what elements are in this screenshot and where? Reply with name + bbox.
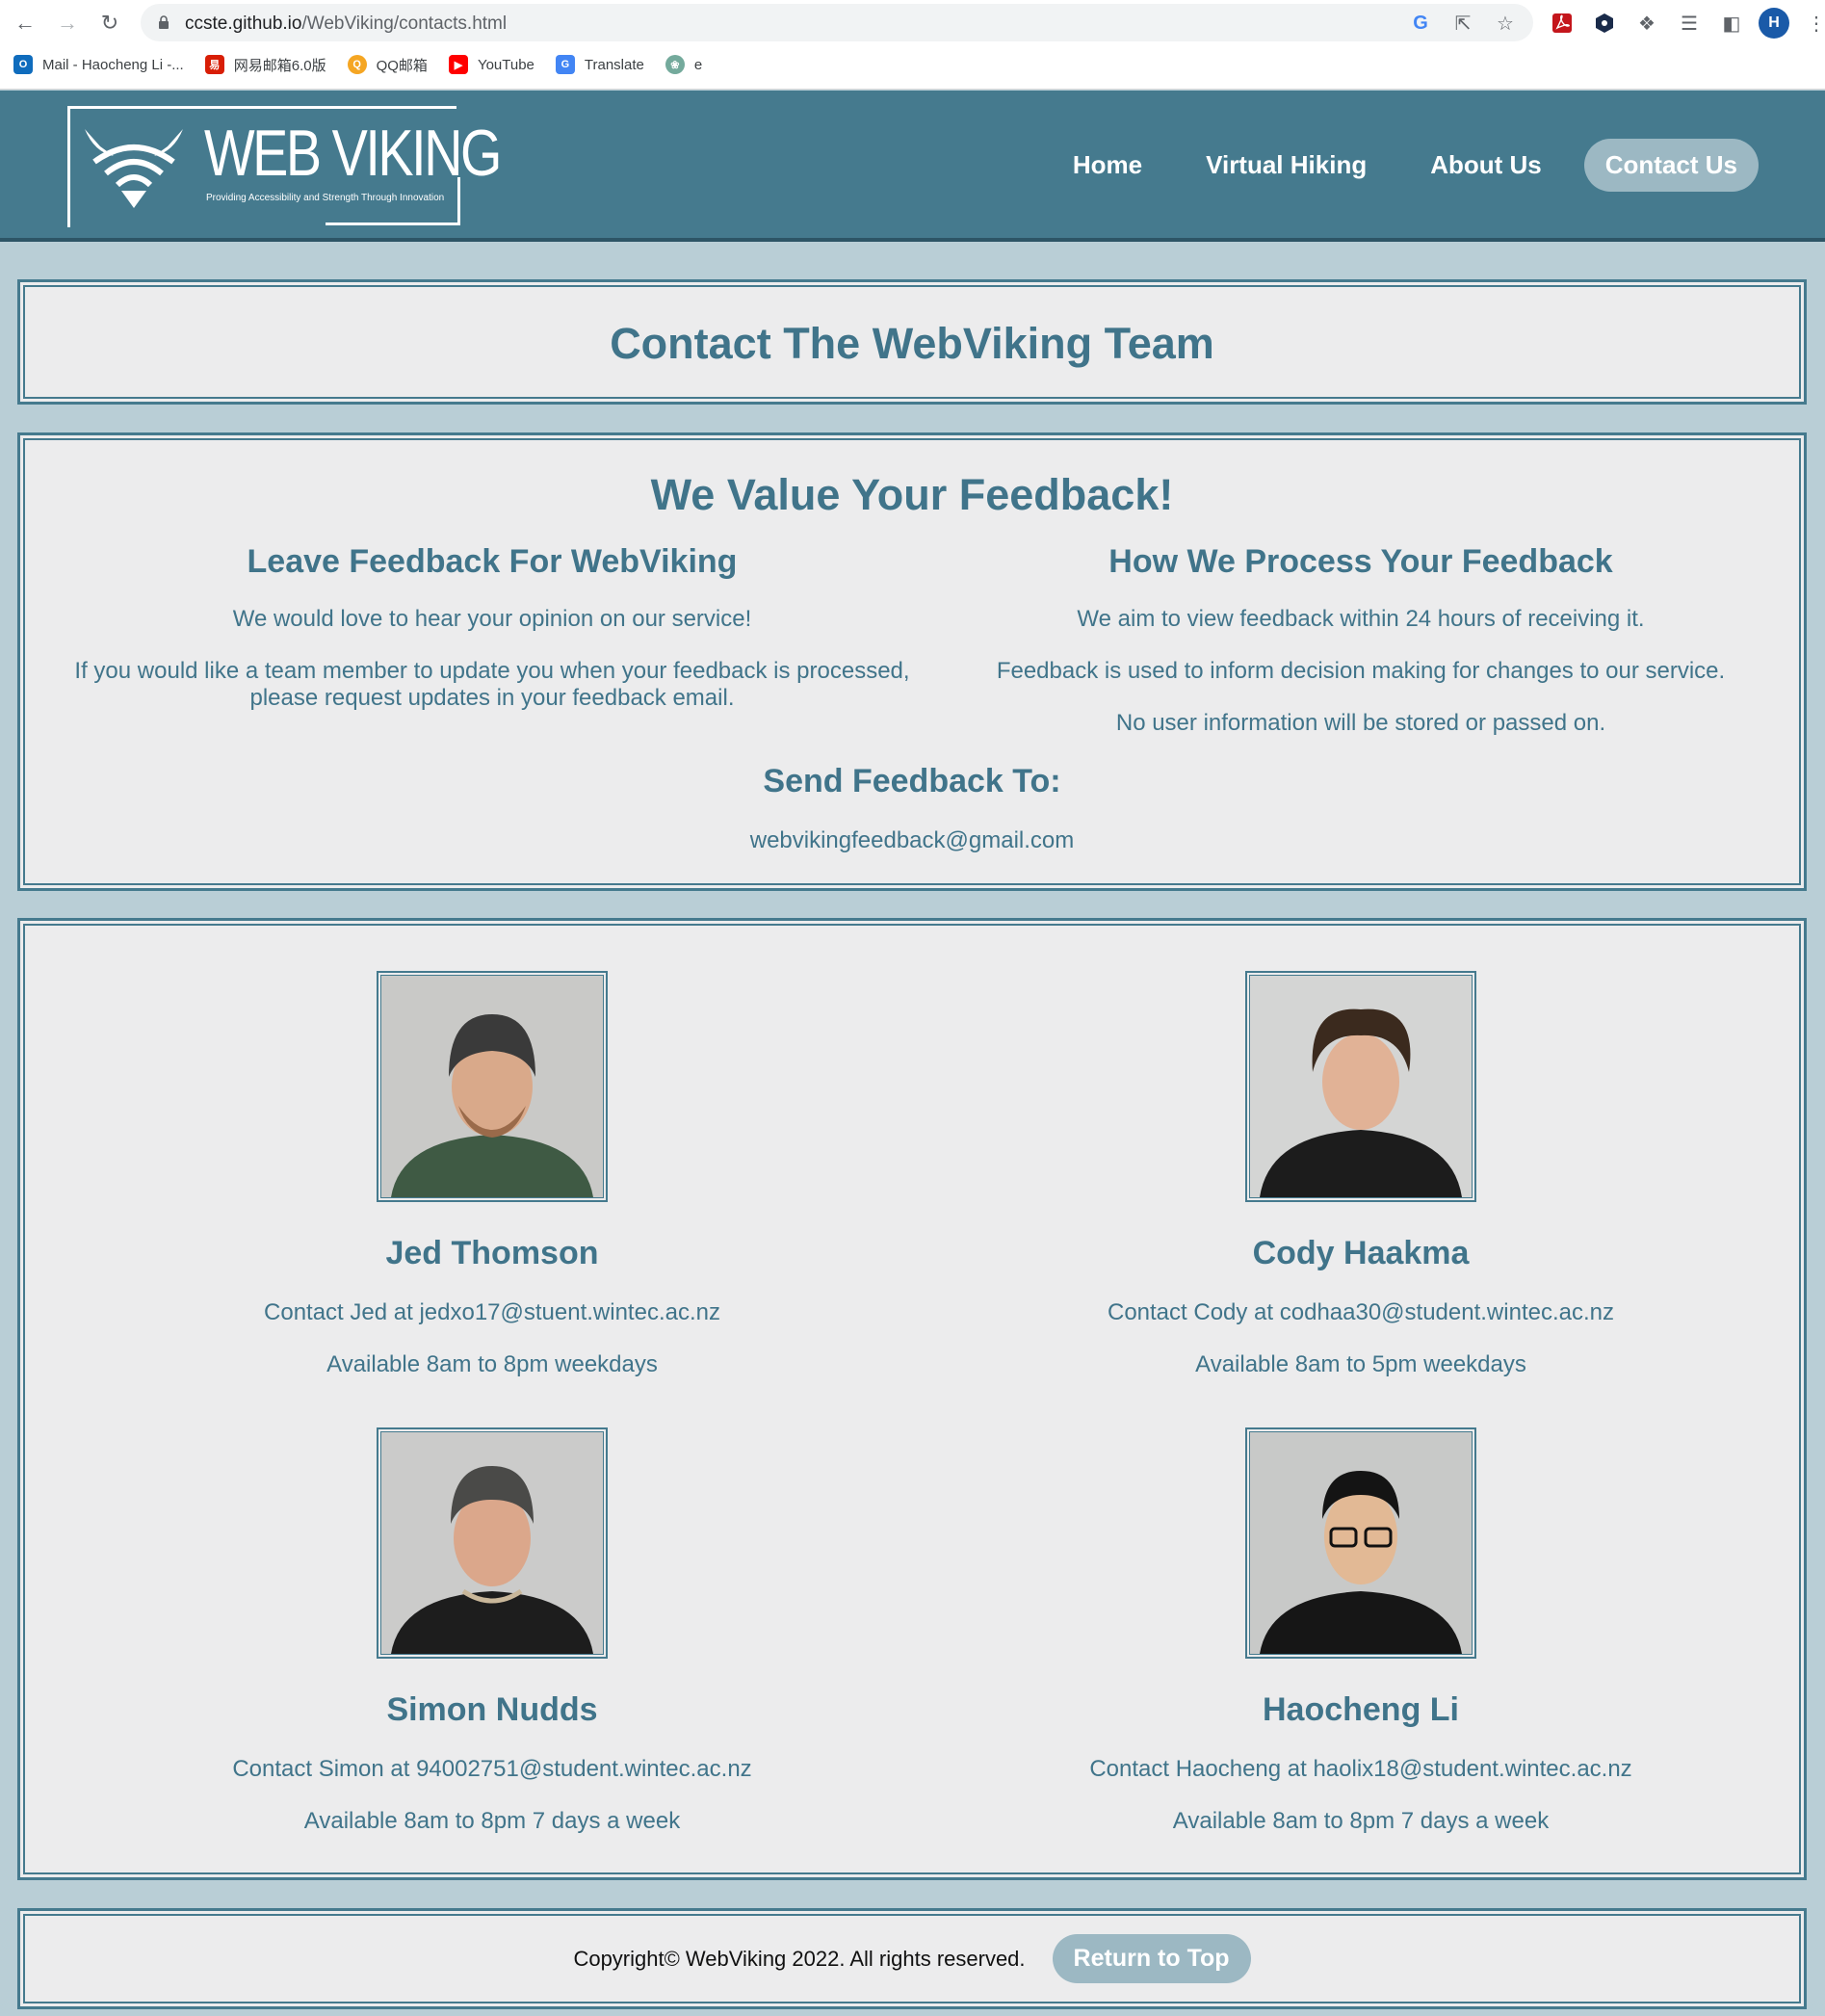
team-member-card: Cody Haakma Contact Cody at codhaa30@stu… — [927, 971, 1794, 1378]
nav-about-us[interactable]: About Us — [1409, 139, 1563, 192]
url-path: /WebViking/contacts.html — [301, 13, 508, 34]
member-photo — [377, 1427, 608, 1659]
member-photo — [377, 971, 608, 1202]
browser-toolbar: ← → ↻ ccste.github.io/WebViking/contacts… — [0, 0, 1825, 45]
address-bar[interactable]: ccste.github.io/WebViking/contacts.html … — [141, 4, 1533, 41]
forward-icon[interactable]: → — [52, 8, 83, 39]
bookmark-youtube[interactable]: ▶ YouTube — [448, 55, 534, 74]
member-name: Jed Thomson — [385, 1235, 599, 1271]
youtube-icon: ▶ — [448, 55, 468, 74]
copyright-text: Copyright© WebViking 2022. All rights re… — [573, 1946, 1026, 1971]
nav-home[interactable]: Home — [1052, 139, 1163, 192]
address-bar-actions: G ⇱ ☆ — [1406, 10, 1520, 37]
nav-contact-us[interactable]: Contact Us — [1583, 139, 1759, 192]
title-panel: Contact The WebViking Team — [17, 279, 1807, 405]
nav-virtual-hiking[interactable]: Virtual Hiking — [1185, 139, 1388, 192]
member-name: Cody Haakma — [1252, 1235, 1470, 1271]
share-icon[interactable]: ⇱ — [1448, 10, 1477, 37]
profile-avatar[interactable]: H — [1759, 8, 1789, 39]
member-availability: Available 8am to 8pm 7 days a week — [303, 1808, 681, 1834]
team-member-card: Haocheng Li Contact Haocheng at haolix18… — [927, 1427, 1794, 1835]
person-icon — [391, 1466, 593, 1654]
logo-title: WEB VIKING — [204, 117, 502, 190]
google-icon[interactable]: G — [1406, 10, 1435, 37]
person-icon — [1260, 1008, 1462, 1197]
portrait-image — [1249, 975, 1473, 1198]
site-header: WEB VIKING Providing Accessibility and S… — [0, 91, 1825, 242]
url-text[interactable]: ccste.github.io/WebViking/contacts.html — [185, 13, 507, 35]
bookmark-label: Translate — [584, 56, 644, 73]
bookmark-qqmail[interactable]: Q QQ邮箱 — [347, 55, 428, 75]
member-availability: Available 8am to 5pm weekdays — [1195, 1351, 1526, 1377]
pdf-extension-icon[interactable] — [1547, 8, 1577, 39]
member-contact: Contact Cody at codhaa30@student.wintec.… — [1107, 1299, 1614, 1325]
team-member-card: Jed Thomson Contact Jed at jedxo17@stuen… — [59, 971, 926, 1378]
team-panel: Jed Thomson Contact Jed at jedxo17@stuen… — [17, 918, 1807, 1880]
url-host: ccste.github.io — [185, 13, 302, 34]
puzzle-extensions-icon[interactable]: ❖ — [1631, 8, 1662, 39]
member-photo — [1245, 1427, 1476, 1659]
member-availability: Available 8am to 8pm 7 days a week — [1172, 1808, 1550, 1834]
bookmark-label: Mail - Haocheng Li -... — [42, 56, 184, 73]
leave-feedback-text: If you would like a team member to updat… — [74, 658, 910, 711]
process-feedback-column: How We Process Your Feedback We aim to v… — [927, 543, 1794, 762]
team-member-card: Simon Nudds Contact Simon at 94002751@st… — [59, 1427, 926, 1835]
bookmark-netease[interactable]: 易网易邮箱6.0版 — [204, 55, 326, 75]
send-feedback-heading: Send Feedback To: — [763, 763, 1061, 799]
leave-feedback-heading: Leave Feedback For WebViking — [247, 543, 738, 580]
bookmark-star-icon[interactable]: ☆ — [1491, 10, 1520, 37]
extension-bar: ❖ ☰ ◧ H ⋮ — [1547, 8, 1825, 39]
member-contact: Contact Simon at 94002751@student.wintec… — [232, 1756, 752, 1782]
feedback-heading: We Value Your Feedback! — [650, 470, 1174, 519]
member-contact: Contact Haocheng at haolix18@student.win… — [1089, 1756, 1632, 1782]
portrait-image — [380, 975, 604, 1198]
member-photo — [1245, 971, 1476, 1202]
logo-tagline: Providing Accessibility and Strength Thr… — [206, 193, 445, 203]
member-name: Simon Nudds — [386, 1691, 598, 1728]
browser-menu-icon[interactable]: ⋮ — [1801, 8, 1825, 39]
main-nav: Home Virtual Hiking About Us Contact Us — [1030, 139, 1759, 192]
bookmark-label: QQ邮箱 — [376, 57, 428, 74]
google-translate-icon: G — [555, 55, 575, 74]
viking-helmet-icon — [85, 129, 183, 208]
bookmark-translate[interactable]: G Translate — [555, 55, 644, 74]
feedback-panel: We Value Your Feedback! Leave Feedback F… — [17, 432, 1807, 891]
reading-list-icon[interactable]: ☰ — [1674, 8, 1705, 39]
return-to-top-button[interactable]: Return to Top — [1052, 1934, 1251, 1983]
browser-chrome: ← → ↻ ccste.github.io/WebViking/contacts… — [0, 0, 1825, 90]
outlook-icon: O — [13, 55, 33, 74]
webviking-logo[interactable]: WEB VIKING Providing Accessibility and S… — [64, 98, 502, 227]
process-feedback-text: We aim to view feedback within 24 hours … — [1077, 606, 1645, 632]
member-contact: Contact Jed at jedxo17@stuent.wintec.ac.… — [264, 1299, 720, 1325]
qq-mail-icon: Q — [347, 55, 367, 74]
footer-content: Copyright© WebViking 2022. All rights re… — [20, 1934, 1804, 1983]
reload-icon[interactable]: ↻ — [94, 8, 125, 39]
page-title: Contact The WebViking Team — [610, 319, 1214, 368]
portrait-image — [380, 1431, 604, 1655]
person-icon — [1260, 1471, 1462, 1654]
leave-feedback-text: We would love to hear your opinion on ou… — [232, 606, 752, 632]
bookmark-mail[interactable]: O Mail - Haocheng Li -... — [13, 55, 184, 74]
member-availability: Available 8am to 8pm weekdays — [326, 1351, 658, 1377]
back-icon[interactable]: ← — [10, 8, 40, 39]
bookmark-label: YouTube — [477, 56, 534, 73]
bookmark-label: 网易邮箱6.0版 — [233, 57, 326, 74]
bookmarks-bar: O Mail - Haocheng Li -... 易网易邮箱6.0版 Q QQ邮箱… — [0, 48, 710, 81]
netease-mail-icon: 易 — [204, 55, 224, 74]
process-feedback-text: Feedback is used to inform decision maki… — [996, 658, 1726, 684]
lock-icon — [159, 15, 169, 29]
bookmark-e[interactable]: ❀ e — [665, 55, 702, 74]
footer-panel: Copyright© WebViking 2022. All rights re… — [17, 1908, 1807, 2009]
feedback-email[interactable]: webvikingfeedback@gmail.com — [20, 827, 1804, 854]
bookmark-label: e — [693, 56, 703, 73]
person-icon — [391, 1014, 593, 1197]
process-feedback-heading: How We Process Your Feedback — [1108, 543, 1613, 580]
leave-feedback-column: Leave Feedback For WebViking We would lo… — [59, 543, 926, 737]
portrait-image — [1249, 1431, 1473, 1655]
member-name: Haocheng Li — [1262, 1691, 1460, 1728]
side-panel-icon[interactable]: ◧ — [1716, 8, 1747, 39]
hexagon-extension-icon[interactable] — [1589, 8, 1620, 39]
process-feedback-text: No user information will be stored or pa… — [1115, 710, 1606, 736]
chatgpt-icon: ❀ — [665, 55, 685, 74]
